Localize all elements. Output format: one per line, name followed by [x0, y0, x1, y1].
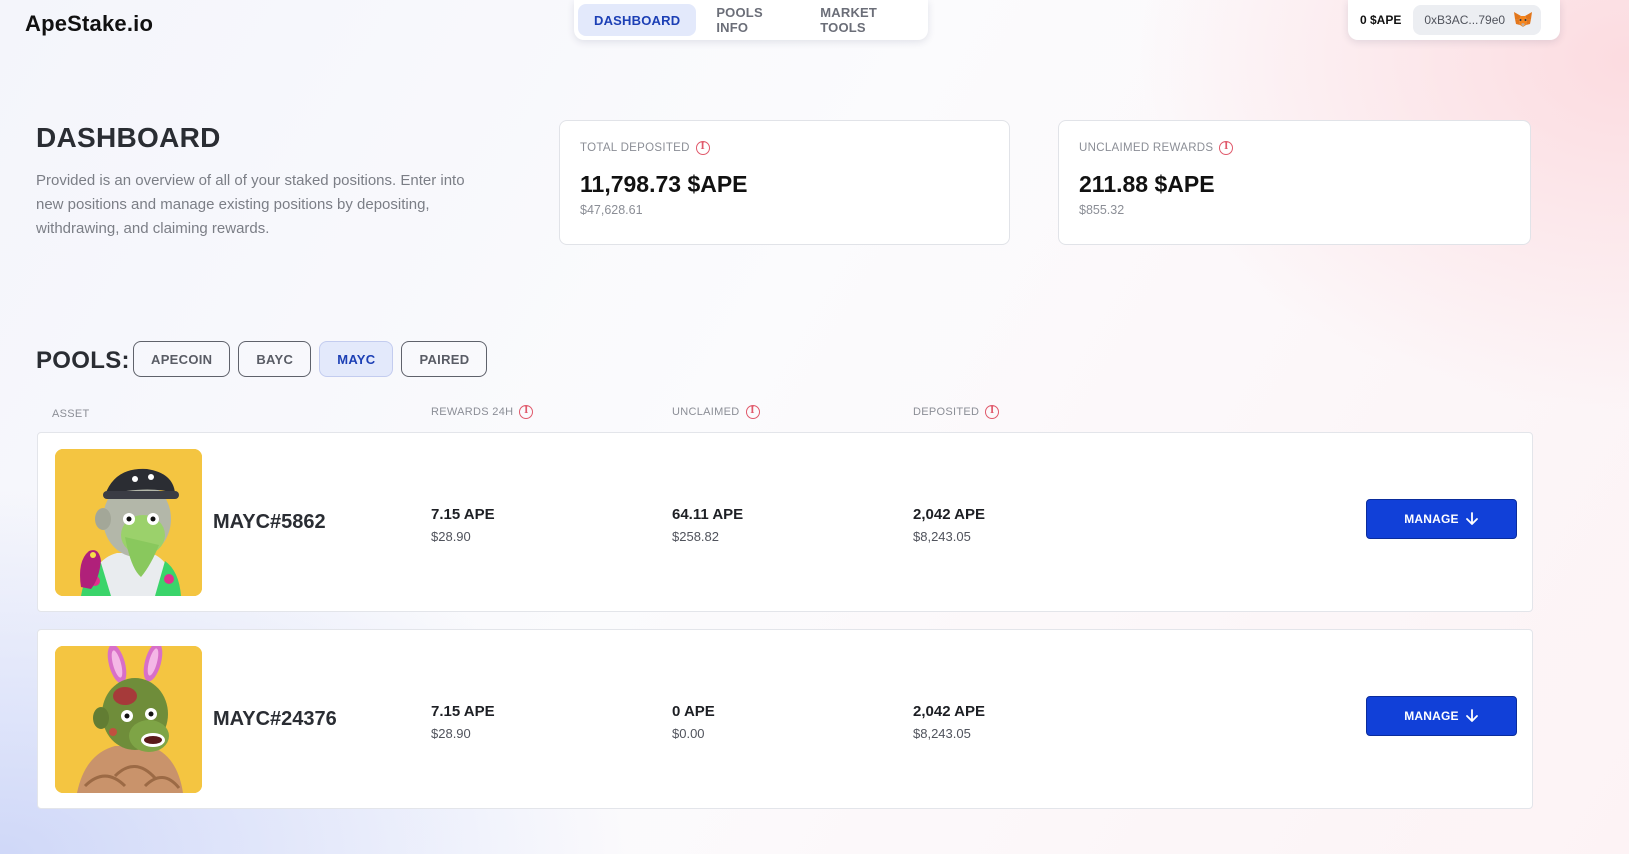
rewards-24h-cell: 7.15 APE $28.90	[431, 506, 495, 544]
page-title: DASHBOARD	[36, 122, 221, 153]
total-deposited-label: TOTAL DEPOSITED	[580, 142, 690, 154]
wallet-address: 0xB3AC...79e0	[1424, 13, 1506, 27]
ape-balance: 0 $APE	[1360, 13, 1402, 27]
unclaimed-rewards-label: UNCLAIMED REWARDS	[1079, 142, 1214, 154]
tab-dashboard[interactable]: DASHBOARD	[578, 4, 697, 36]
info-icon[interactable]: i	[519, 405, 534, 419]
column-unclaimed: UNCLAIMED i	[672, 405, 760, 419]
arrow-down-icon	[1465, 512, 1478, 525]
deposited-cell: 2,042 APE $8,243.05	[913, 506, 985, 544]
wallet-address-button[interactable]: 0xB3AC...79e0	[1413, 5, 1542, 35]
wallet-widget: 0 $APE 0xB3AC...79e0	[1348, 0, 1560, 40]
rewards-24h-cell: 7.15 APE $28.90	[431, 703, 495, 741]
total-deposited-card: TOTAL DEPOSITED i 11,798.73 $APE $47,628…	[559, 120, 1010, 245]
unclaimed-rewards-usd: $855.32	[1079, 203, 1125, 217]
main-nav: DASHBOARD POOLS INFO MARKET TOOLS	[574, 0, 928, 40]
unclaimed-rewards-value: 211.88 $APE	[1079, 171, 1215, 197]
manage-button[interactable]: MANAGE	[1366, 696, 1517, 736]
tab-market-tools[interactable]: MARKET TOOLS	[804, 4, 924, 36]
nft-image	[55, 449, 202, 596]
pool-filter-paired[interactable]: PAIRED	[401, 341, 488, 377]
column-rewards-24h: REWARDS 24H i	[431, 405, 534, 419]
column-deposited: DEPOSITED i	[913, 405, 1000, 419]
deposited-cell: 2,042 APE $8,243.05	[913, 703, 985, 741]
tab-pools-info[interactable]: POOLS INFO	[700, 4, 800, 36]
unclaimed-cell: 64.11 APE $258.82	[672, 506, 744, 544]
asset-name: MAYC#24376	[213, 708, 337, 730]
metamask-fox-icon	[1514, 12, 1533, 27]
pools-label: POOLS:	[36, 347, 130, 374]
pool-filter-apecoin[interactable]: APECOIN	[133, 341, 231, 377]
nft-image	[55, 646, 202, 793]
pool-filter-group: APECOIN BAYC MAYC PAIRED	[133, 341, 488, 377]
table-header: ASSET REWARDS 24H i UNCLAIMED i DEPOSITE…	[0, 405, 1629, 425]
info-icon[interactable]: i	[985, 405, 1000, 419]
total-deposited-value: 11,798.73 $APE	[580, 171, 748, 197]
column-asset: ASSET	[52, 408, 90, 420]
page-description: Provided is an overview of all of your s…	[36, 172, 465, 237]
info-icon[interactable]: i	[695, 141, 710, 155]
table-row: MAYC#24376 7.15 APE $28.90 0 APE $0.00 2…	[37, 629, 1533, 809]
arrow-down-icon	[1465, 709, 1478, 722]
unclaimed-cell: 0 APE $0.00	[672, 703, 715, 741]
info-icon[interactable]: i	[745, 405, 760, 419]
asset-name: MAYC#5862	[213, 511, 326, 533]
app-logo[interactable]: ApeStake.io	[25, 11, 153, 37]
info-icon[interactable]: i	[1219, 141, 1234, 155]
pool-filter-bayc[interactable]: BAYC	[238, 341, 312, 377]
manage-button[interactable]: MANAGE	[1366, 499, 1517, 539]
unclaimed-rewards-card: UNCLAIMED REWARDS i 211.88 $APE $855.32	[1058, 120, 1531, 245]
table-row: MAYC#5862 7.15 APE $28.90 64.11 APE $258…	[37, 432, 1533, 612]
total-deposited-usd: $47,628.61	[580, 203, 643, 217]
pool-filter-mayc[interactable]: MAYC	[319, 341, 394, 377]
